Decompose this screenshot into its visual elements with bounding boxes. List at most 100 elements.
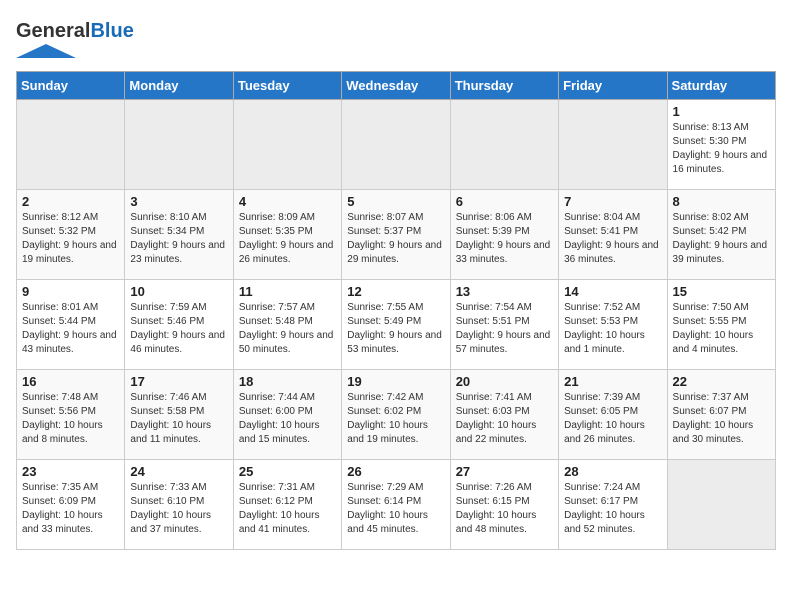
day-number: 19 [347,374,444,389]
day-info: Sunrise: 7:52 AM Sunset: 5:53 PM Dayligh… [564,301,661,357]
day-cell: 14 Sunrise: 7:52 AM Sunset: 5:53 PM Dayli… [559,280,667,370]
day-number: 2 [22,194,119,209]
logo-blue: Blue [90,20,133,42]
day-number: 20 [456,374,553,389]
day-cell: 9 Sunrise: 8:01 AM Sunset: 5:44 PM Daylig… [17,280,125,370]
day-info: Sunrise: 7:37 AM Sunset: 6:07 PM Dayligh… [673,391,770,447]
calendar-header-row: SundayMondayTuesdayWednesdayThursdayFrid… [17,72,776,100]
day-info: Sunrise: 7:41 AM Sunset: 6:03 PM Dayligh… [456,391,553,447]
day-info: Sunrise: 8:01 AM Sunset: 5:44 PM Dayligh… [22,301,119,357]
day-header-monday: Monday [125,72,233,100]
day-cell [667,460,775,550]
day-cell: 15 Sunrise: 7:50 AM Sunset: 5:55 PM Dayli… [667,280,775,370]
day-header-saturday: Saturday [667,72,775,100]
day-header-tuesday: Tuesday [233,72,341,100]
week-row-1: 1Sunrise: 8:13 AM Sunset: 5:30 PM Daylig… [17,100,776,190]
day-number: 11 [239,284,336,299]
week-row-3: 9 Sunrise: 8:01 AM Sunset: 5:44 PM Daylig… [17,280,776,370]
day-cell: 21 Sunrise: 7:39 AM Sunset: 6:05 PM Dayli… [559,370,667,460]
day-info: Sunrise: 8:07 AM Sunset: 5:37 PM Dayligh… [347,211,444,267]
day-cell: 10 Sunrise: 7:59 AM Sunset: 5:46 PM Dayli… [125,280,233,370]
day-cell: 20 Sunrise: 7:41 AM Sunset: 6:03 PM Dayli… [450,370,558,460]
day-number: 12 [347,284,444,299]
day-info: Sunrise: 7:29 AM Sunset: 6:14 PM Dayligh… [347,481,444,537]
day-info: Sunrise: 7:48 AM Sunset: 5:56 PM Dayligh… [22,391,119,447]
day-cell: 5 Sunrise: 8:07 AM Sunset: 5:37 PM Daylig… [342,190,450,280]
day-cell: 27 Sunrise: 7:26 AM Sunset: 6:15 PM Dayli… [450,460,558,550]
day-number: 7 [564,194,661,209]
day-header-thursday: Thursday [450,72,558,100]
day-cell: 23Sunrise: 7:35 AM Sunset: 6:09 PM Dayli… [17,460,125,550]
day-number: 28 [564,464,661,479]
day-number: 22 [673,374,770,389]
logo: GeneralBlue [16,20,134,63]
day-number: 18 [239,374,336,389]
day-info: Sunrise: 7:44 AM Sunset: 6:00 PM Dayligh… [239,391,336,447]
day-info: Sunrise: 7:39 AM Sunset: 6:05 PM Dayligh… [564,391,661,447]
day-cell: 6 Sunrise: 8:06 AM Sunset: 5:39 PM Daylig… [450,190,558,280]
day-cell: 1Sunrise: 8:13 AM Sunset: 5:30 PM Daylig… [667,100,775,190]
day-header-wednesday: Wednesday [342,72,450,100]
day-number: 14 [564,284,661,299]
day-info: Sunrise: 7:42 AM Sunset: 6:02 PM Dayligh… [347,391,444,447]
day-cell [342,100,450,190]
day-cell: 24Sunrise: 7:33 AM Sunset: 6:10 PM Dayli… [125,460,233,550]
week-row-4: 16Sunrise: 7:48 AM Sunset: 5:56 PM Dayli… [17,370,776,460]
day-info: Sunrise: 7:54 AM Sunset: 5:51 PM Dayligh… [456,301,553,357]
day-info: Sunrise: 8:12 AM Sunset: 5:32 PM Dayligh… [22,211,119,267]
day-number: 24 [130,464,227,479]
week-row-2: 2 Sunrise: 8:12 AM Sunset: 5:32 PM Daylig… [17,190,776,280]
header: GeneralBlue [16,16,776,63]
day-cell: 13 Sunrise: 7:54 AM Sunset: 5:51 PM Dayli… [450,280,558,370]
day-number: 10 [130,284,227,299]
day-cell [450,100,558,190]
day-cell: 3Sunrise: 8:10 AM Sunset: 5:34 PM Daylig… [125,190,233,280]
day-cell: 4 Sunrise: 8:09 AM Sunset: 5:35 PM Daylig… [233,190,341,280]
day-number: 3 [130,194,227,209]
day-number: 13 [456,284,553,299]
day-number: 6 [456,194,553,209]
day-cell: 26 Sunrise: 7:29 AM Sunset: 6:14 PM Dayli… [342,460,450,550]
day-cell: 18 Sunrise: 7:44 AM Sunset: 6:00 PM Dayli… [233,370,341,460]
day-number: 9 [22,284,119,299]
day-number: 15 [673,284,770,299]
day-cell [125,100,233,190]
day-number: 27 [456,464,553,479]
day-cell: 25Sunrise: 7:31 AM Sunset: 6:12 PM Dayli… [233,460,341,550]
day-cell: 8 Sunrise: 8:02 AM Sunset: 5:42 PM Daylig… [667,190,775,280]
logo-general: General [16,20,90,42]
day-cell: 19 Sunrise: 7:42 AM Sunset: 6:02 PM Dayli… [342,370,450,460]
day-cell [559,100,667,190]
day-number: 5 [347,194,444,209]
day-number: 21 [564,374,661,389]
day-cell: 28 Sunrise: 7:24 AM Sunset: 6:17 PM Dayli… [559,460,667,550]
day-header-friday: Friday [559,72,667,100]
day-info: Sunrise: 7:24 AM Sunset: 6:17 PM Dayligh… [564,481,661,537]
week-row-5: 23Sunrise: 7:35 AM Sunset: 6:09 PM Dayli… [17,460,776,550]
day-info: Sunrise: 7:55 AM Sunset: 5:49 PM Dayligh… [347,301,444,357]
day-info: Sunrise: 8:09 AM Sunset: 5:35 PM Dayligh… [239,211,336,267]
day-info: Sunrise: 8:04 AM Sunset: 5:41 PM Dayligh… [564,211,661,267]
calendar-table: SundayMondayTuesdayWednesdayThursdayFrid… [16,71,776,550]
day-number: 26 [347,464,444,479]
day-cell: 2 Sunrise: 8:12 AM Sunset: 5:32 PM Daylig… [17,190,125,280]
day-cell: 17 Sunrise: 7:46 AM Sunset: 5:58 PM Dayli… [125,370,233,460]
day-info: Sunrise: 7:57 AM Sunset: 5:48 PM Dayligh… [239,301,336,357]
logo-icon [16,44,76,58]
day-cell [17,100,125,190]
day-info: Sunrise: 7:59 AM Sunset: 5:46 PM Dayligh… [130,301,227,357]
day-cell [233,100,341,190]
day-cell: 12 Sunrise: 7:55 AM Sunset: 5:49 PM Dayli… [342,280,450,370]
day-info: Sunrise: 8:02 AM Sunset: 5:42 PM Dayligh… [673,211,770,267]
day-number: 17 [130,374,227,389]
day-info: Sunrise: 7:46 AM Sunset: 5:58 PM Dayligh… [130,391,227,447]
day-number: 8 [673,194,770,209]
day-info: Sunrise: 7:35 AM Sunset: 6:09 PM Dayligh… [22,481,119,537]
day-cell: 7 Sunrise: 8:04 AM Sunset: 5:41 PM Daylig… [559,190,667,280]
day-info: Sunrise: 7:26 AM Sunset: 6:15 PM Dayligh… [456,481,553,537]
day-info: Sunrise: 7:50 AM Sunset: 5:55 PM Dayligh… [673,301,770,357]
day-number: 4 [239,194,336,209]
day-info: Sunrise: 8:06 AM Sunset: 5:39 PM Dayligh… [456,211,553,267]
day-number: 1 [673,104,770,119]
day-header-sunday: Sunday [17,72,125,100]
